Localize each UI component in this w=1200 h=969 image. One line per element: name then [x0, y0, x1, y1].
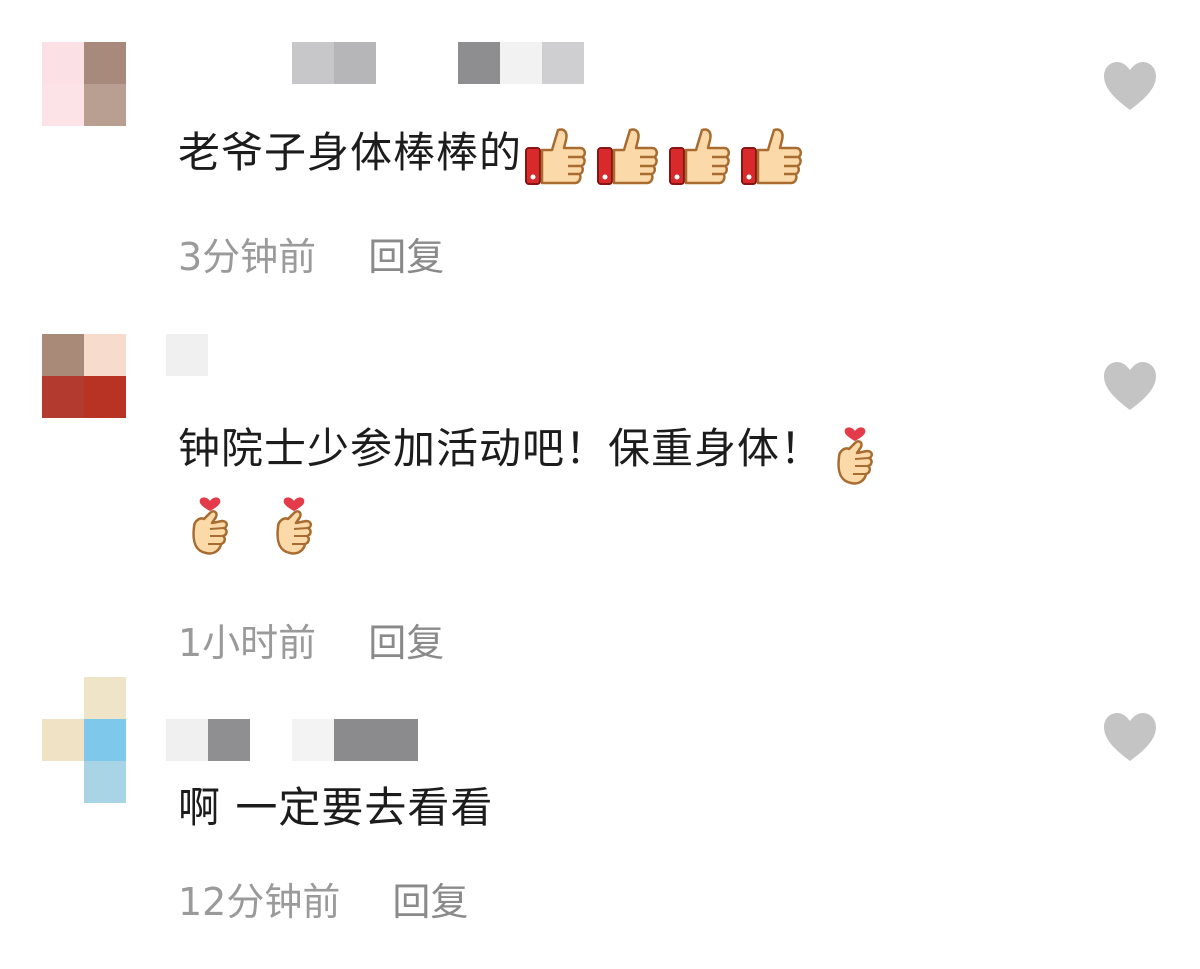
- username[interactable]: [166, 719, 418, 761]
- thumbs-up-icon: [525, 127, 587, 185]
- like-heart-icon[interactable]: [1102, 60, 1158, 112]
- thumbs-up-icon: [669, 127, 731, 185]
- username[interactable]: [292, 42, 592, 84]
- username[interactable]: [166, 334, 208, 376]
- comment-meta: 3分钟前 回复: [178, 226, 444, 281]
- like-heart-icon[interactable]: [1102, 711, 1158, 763]
- timestamp: 3分钟前: [178, 235, 317, 279]
- comment-text: 啊 一定要去看看: [178, 775, 493, 840]
- comment-body: 老爷子身体棒棒的: [178, 128, 523, 177]
- avatar[interactable]: [42, 334, 126, 418]
- finger-heart-icon: [192, 497, 228, 555]
- avatar[interactable]: [42, 42, 126, 126]
- finger-heart-icon: [837, 426, 874, 485]
- comment-text: 钟院士少参加活动吧！保重身体！: [178, 416, 1078, 557]
- comment-meta: 12分钟前 回复: [178, 871, 468, 926]
- timestamp: 12分钟前: [178, 880, 341, 924]
- reply-button[interactable]: 回复: [392, 880, 468, 924]
- timestamp: 1小时前: [178, 621, 317, 665]
- reply-button[interactable]: 回复: [368, 621, 444, 665]
- comment-meta: 1小时前 回复: [178, 612, 444, 667]
- finger-heart-icon: [276, 497, 312, 555]
- thumbs-up-icon: [741, 127, 803, 185]
- like-heart-icon[interactable]: [1102, 360, 1158, 412]
- avatar[interactable]: [42, 677, 126, 803]
- comment-body: 啊 一定要去看看: [178, 783, 494, 832]
- thumbs-up-emoji-row: [522, 127, 810, 185]
- comment-body: 钟院士少参加活动吧！保重身体！: [178, 424, 824, 473]
- reply-button[interactable]: 回复: [368, 235, 444, 279]
- comment-text: 老爷子身体棒棒的: [178, 120, 810, 188]
- thumbs-up-icon: [597, 127, 659, 185]
